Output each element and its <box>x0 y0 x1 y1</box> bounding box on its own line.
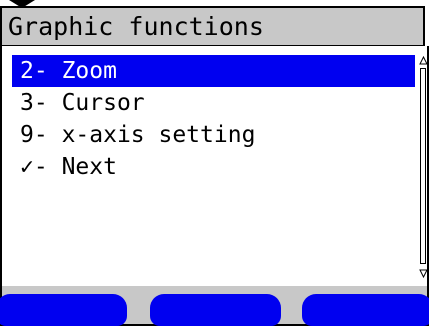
menu-item-x-axis-setting[interactable]: 9- x-axis setting <box>12 119 415 151</box>
menu-item-text: ✓- Next <box>20 151 117 183</box>
menu-item-label: Cursor <box>61 90 145 116</box>
menu-item-text: 2- Zoom <box>20 55 117 87</box>
menu-item-next[interactable]: ✓- Next <box>12 151 415 183</box>
scrollbar-track[interactable] <box>420 68 426 264</box>
menu-item-label: Next <box>61 154 117 180</box>
menu-item-text: 3- Cursor <box>20 87 145 119</box>
menu-item-key: 2- <box>20 58 48 84</box>
scroll-up-arrow-icon[interactable] <box>419 56 428 66</box>
softkey-2[interactable] <box>150 294 281 326</box>
menu-item-key: 3- <box>20 90 48 116</box>
menu-item-text: 9- x-axis setting <box>20 119 255 151</box>
device-screen: Graphic functions 2- Zoom 3- Cursor 9- x… <box>0 0 429 326</box>
menu-panel: 2- Zoom 3- Cursor 9- x-axis setting ✓- N… <box>0 46 429 286</box>
menu-item-key: ✓- <box>20 154 48 180</box>
menu-item-zoom[interactable]: 2- Zoom <box>12 55 415 87</box>
title-bar: Graphic functions <box>0 6 425 47</box>
scrollbar[interactable] <box>419 56 428 278</box>
softkey-1[interactable] <box>0 294 127 326</box>
menu-list: 2- Zoom 3- Cursor 9- x-axis setting ✓- N… <box>12 55 415 183</box>
menu-item-cursor[interactable]: 3- Cursor <box>12 87 415 119</box>
softkey-bar <box>0 286 429 326</box>
page-title: Graphic functions <box>8 12 264 41</box>
softkey-3[interactable] <box>302 294 429 326</box>
menu-item-label: x-axis setting <box>61 122 256 148</box>
scroll-down-arrow-icon[interactable] <box>419 268 428 278</box>
menu-item-key: 9- <box>20 122 48 148</box>
menu-item-label: Zoom <box>61 58 117 84</box>
